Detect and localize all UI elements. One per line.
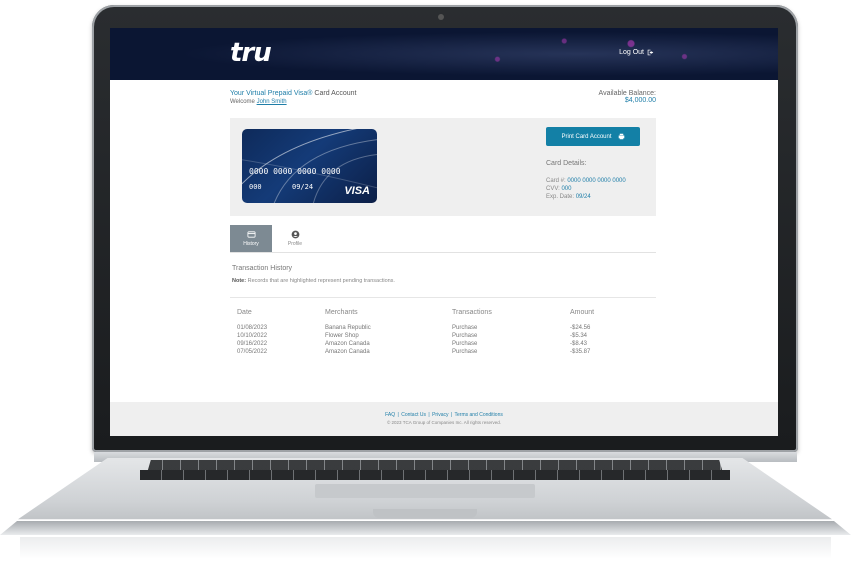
tru-logo[interactable]: tru [230,38,272,68]
row-date: 09/16/2022 [237,341,268,347]
card-panel: 0000 0000 0000 0000 000 09/24 VISA Print… [230,118,656,216]
balance-label: Available Balance: [598,90,656,97]
faq-link[interactable]: FAQ [385,412,395,418]
laptop-trackpad [315,484,535,498]
virtual-visa-card: 0000 0000 0000 0000 000 09/24 VISA [242,129,377,203]
account-header: Your Virtual Prepaid Visa® Card Account … [230,80,656,118]
row-merchant: Flower Shop [325,333,359,339]
table-row: 10/10/2022 Flower Shop Purchase -$5.34 [237,332,657,340]
user-icon [291,230,299,239]
available-balance: Available Balance: $4,000.00 [599,90,656,118]
footer-links: FAQ | Contact Us | Privacy | Terms and C… [110,412,778,418]
separator: | [428,412,430,418]
user-name-link[interactable]: John Smith [257,99,287,105]
table-row: 01/08/2023 Banana Republic Purchase -$24… [237,324,657,332]
account-tabs: History Profile [230,225,656,253]
cvv-label: CVV: [546,186,562,192]
exp-date-value: 09/24 [575,194,591,200]
account-title-rest: Card Account [312,90,357,97]
card-expiry: 09/24 [292,183,314,191]
row-amount: -$5.34 [570,333,588,339]
laptop-front-edge [0,521,851,535]
note-text: Records that are highlighted represent p… [246,278,395,284]
divider [230,297,656,298]
row-amount: -$35.87 [570,349,591,355]
account-title-brand: Your Virtual Prepaid Visa® [230,90,313,97]
tab-profile[interactable]: Profile [274,225,316,252]
card-number-value: 0000 0000 0000 0000 [567,178,626,184]
column-transactions: Transactions [452,309,492,316]
site-footer: FAQ | Contact Us | Privacy | Terms and C… [110,402,778,436]
site-header: tru Log Out [110,28,778,80]
card-number: 0000 0000 0000 0000 [249,167,341,176]
cvv-value: 000 [561,186,572,192]
exp-date-label: Exp. Date: [546,194,576,200]
balance-value: $4,000.00 [624,97,656,104]
row-merchant: Amazon Canada [325,349,370,355]
print-card-account-button[interactable]: Print Card Account [546,127,640,146]
privacy-link[interactable]: Privacy [432,412,448,418]
card-details-title: Card Details: [546,160,587,167]
row-date: 10/10/2022 [237,333,268,339]
note-label: Note: [232,278,247,284]
row-merchant: Amazon Canada [325,341,370,347]
transaction-history-title: Transaction History [232,265,293,272]
card-icon [246,231,256,238]
contact-link[interactable]: Contact Us [401,412,426,418]
terms-link[interactable]: Terms and Conditions [455,412,503,418]
separator: | [397,412,399,418]
tab-history[interactable]: History [230,225,272,252]
laptop-keyboard-row [140,470,730,480]
row-transaction: Purchase [452,333,478,339]
printer-icon [618,133,624,140]
row-transaction: Purchase [452,349,478,355]
visa-logo: VISA [344,185,370,197]
table-row: 07/05/2022 Amazon Canada Purchase -$35.8… [237,348,657,356]
card-cvv: 000 [249,183,262,191]
row-amount: -$24.56 [570,325,591,331]
separator: | [450,412,453,418]
column-amount: Amount [570,309,595,316]
tab-profile-label: Profile [287,241,303,247]
card-number-label: Card #: [546,178,568,184]
laptop-notch [373,509,477,518]
card-number-detail: Card #: 0000 0000 0000 0000 [546,178,626,184]
column-date: Date [237,309,252,316]
tab-history-label: History [243,241,259,247]
welcome-prefix: Welcome [230,99,257,105]
logout-label: Log Out [619,49,644,56]
logout-button[interactable]: Log Out [619,49,654,56]
account-title: Your Virtual Prepaid Visa® Card Account [230,90,356,97]
logout-icon [647,49,654,56]
column-merchants: Merchants [325,309,358,316]
welcome-text: Welcome John Smith [230,99,356,105]
pending-note: Note: Records that are highlighted repre… [232,278,395,284]
laptop-screen: tru Log Out Your Virtual Prepaid Visa® C… [110,28,778,436]
row-amount: -$8.43 [570,341,588,347]
transactions-table: Date Merchants Transactions Amount 01/08… [237,309,657,356]
row-merchant: Banana Republic [325,325,371,331]
laptop-reflection [20,537,831,559]
table-row: 09/16/2022 Amazon Canada Purchase -$8.43 [237,340,657,348]
row-date: 07/05/2022 [237,349,268,355]
row-transaction: Purchase [452,325,478,331]
account-content: Your Virtual Prepaid Visa® Card Account … [230,80,656,355]
webcam [438,14,444,20]
table-header: Date Merchants Transactions Amount [237,309,657,316]
copyright-text: © 2023 TCA Group of Companies Inc. All r… [386,420,502,425]
row-transaction: Purchase [452,341,478,347]
row-date: 01/08/2023 [237,325,268,331]
cvv-detail: CVV: 000 [546,186,571,192]
exp-date-detail: Exp. Date: 09/24 [546,194,591,200]
print-button-label: Print Card Account [561,133,612,140]
